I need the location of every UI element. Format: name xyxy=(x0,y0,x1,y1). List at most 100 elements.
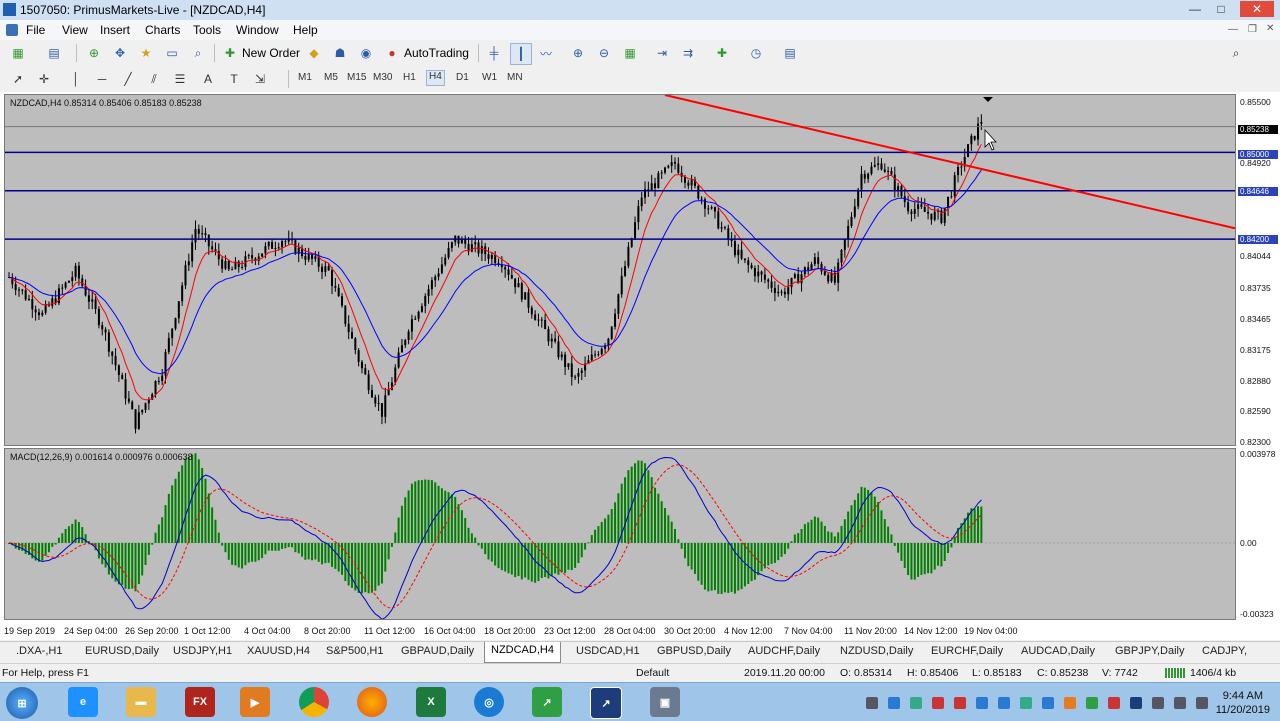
tab-usdjpy-h1[interactable]: USDJPY,H1 xyxy=(173,645,232,657)
tray-app-icon[interactable] xyxy=(1086,697,1098,709)
text-icon[interactable]: A xyxy=(198,69,218,89)
periods-icon[interactable]: ◷ xyxy=(746,43,766,63)
autoscroll-icon[interactable]: ⇉ xyxy=(678,43,698,63)
metaeditor-icon[interactable]: ◆ xyxy=(304,43,324,63)
tray-app-icon[interactable] xyxy=(910,697,922,709)
tab-nzdusd-daily[interactable]: NZDUSD,Daily xyxy=(840,645,913,657)
tray-app-icon[interactable] xyxy=(932,697,944,709)
timeframe-w1[interactable]: W1 xyxy=(482,72,497,83)
menu-file[interactable]: File xyxy=(26,23,45,37)
search-icon[interactable]: ⌕ xyxy=(1226,43,1246,63)
data-window-icon[interactable]: ✥ xyxy=(110,43,130,63)
internet-explorer-icon[interactable]: e xyxy=(68,687,98,717)
timeframe-h4[interactable]: H4 xyxy=(426,70,445,86)
tab-gbpjpy-daily[interactable]: GBPJPY,Daily xyxy=(1115,645,1185,657)
storage-icon[interactable]: ▣ xyxy=(650,687,680,717)
chart-shift-icon[interactable]: ⇥ xyxy=(652,43,672,63)
network-icon[interactable]: ◎ xyxy=(474,687,504,717)
tab-audchf-daily[interactable]: AUDCHF,Daily xyxy=(748,645,820,657)
timeframe-h1[interactable]: H1 xyxy=(403,72,416,83)
tray-app-icon[interactable] xyxy=(1108,697,1120,709)
tab-dxa-h1[interactable]: .DXA-,H1 xyxy=(16,645,62,657)
tab-gbpaud-daily[interactable]: GBPAUD,Daily xyxy=(401,645,474,657)
tray-network-icon[interactable] xyxy=(1152,697,1164,709)
line-chart-icon[interactable]: 〰 xyxy=(536,43,556,63)
macd-pane[interactable]: MACD(12,26,9) 0.001614 0.000976 0.000638 xyxy=(4,448,1236,620)
trendline-icon[interactable]: ╱ xyxy=(118,69,138,89)
menu-view[interactable]: View xyxy=(62,23,88,37)
autotrading-button[interactable]: AutoTrading xyxy=(404,46,469,60)
tray-app-icon[interactable] xyxy=(976,697,988,709)
terminal-icon[interactable]: ▭ xyxy=(162,43,182,63)
zoom-in-icon[interactable]: ⊕ xyxy=(568,43,588,63)
menu-help[interactable]: Help xyxy=(293,23,318,37)
profiles-icon[interactable]: ▤ xyxy=(44,43,64,63)
excel-icon[interactable]: X xyxy=(416,687,446,717)
chrome-icon[interactable] xyxy=(299,687,329,717)
tray-app-icon[interactable] xyxy=(1064,697,1076,709)
menu-charts[interactable]: Charts xyxy=(145,23,180,37)
new-chart-icon[interactable]: ▦ xyxy=(8,43,28,63)
horizontal-line-icon[interactable]: ─ xyxy=(92,69,112,89)
market-watch-icon[interactable]: ⊕ xyxy=(84,43,104,63)
metatrader-green-icon[interactable]: ↗ xyxy=(532,687,562,717)
tray-app-icon[interactable] xyxy=(1020,697,1032,709)
tile-windows-icon[interactable]: ▦ xyxy=(620,43,640,63)
fxpro-icon[interactable]: FX xyxy=(185,687,215,717)
tray-app-icon[interactable] xyxy=(954,697,966,709)
child-close-icon[interactable]: ✕ xyxy=(1266,23,1274,34)
channel-icon[interactable]: ⫽ xyxy=(144,69,164,89)
menu-tools[interactable]: Tools xyxy=(193,23,221,37)
bar-chart-icon[interactable]: ╪ xyxy=(484,43,504,63)
tray-app-icon[interactable] xyxy=(1042,697,1054,709)
minimize-button[interactable]: — xyxy=(1182,1,1208,17)
timeframe-d1[interactable]: D1 xyxy=(456,72,469,83)
tray-app-icon[interactable] xyxy=(888,697,900,709)
signals-icon[interactable]: ☗ xyxy=(330,43,350,63)
menu-window[interactable]: Window xyxy=(236,23,279,37)
doc-icon[interactable] xyxy=(6,24,18,36)
child-restore-icon[interactable]: ❐ xyxy=(1248,24,1257,35)
cursor-icon[interactable]: ➚ xyxy=(8,69,28,89)
file-explorer-icon[interactable]: ▬ xyxy=(126,687,156,717)
media-player-icon[interactable]: ▶ xyxy=(240,687,270,717)
tester-icon[interactable]: ⌕ xyxy=(188,43,208,63)
timeframe-m5[interactable]: M5 xyxy=(324,72,338,83)
timeframe-m1[interactable]: M1 xyxy=(298,72,312,83)
tray-volume-icon[interactable] xyxy=(1174,697,1186,709)
crosshair-icon[interactable]: ✛ xyxy=(34,69,54,89)
templates-icon[interactable]: ▤ xyxy=(780,43,800,63)
menu-insert[interactable]: Insert xyxy=(100,23,130,37)
zoom-out-icon[interactable]: ⊖ xyxy=(594,43,614,63)
timeframe-m15[interactable]: M15 xyxy=(347,72,366,83)
tab-sp500-h1[interactable]: S&P500,H1 xyxy=(326,645,383,657)
navigator-icon[interactable]: ★ xyxy=(136,43,156,63)
timeframe-mn[interactable]: MN xyxy=(507,72,523,83)
tab-usdcad-h1[interactable]: USDCAD,H1 xyxy=(576,645,640,657)
maximize-button[interactable]: □ xyxy=(1208,1,1234,17)
tray-app-icon[interactable] xyxy=(1130,697,1142,709)
tab-eurusd-daily[interactable]: EURUSD,Daily xyxy=(85,645,159,657)
start-button-icon[interactable]: ⊞ xyxy=(6,687,38,719)
tab-eurchf-daily[interactable]: EURCHF,Daily xyxy=(931,645,1003,657)
fibonacci-icon[interactable]: ☰ xyxy=(170,69,190,89)
new-order-icon[interactable]: ✚ xyxy=(220,43,240,63)
close-button[interactable]: ✕ xyxy=(1240,1,1274,17)
taskbar-clock[interactable]: 9:44 AM 11/20/2019 xyxy=(1216,689,1270,717)
market-icon[interactable]: ◉ xyxy=(356,43,376,63)
tray-app-icon[interactable] xyxy=(998,697,1010,709)
tab-nzdcad-h4[interactable]: NZDCAD,H4 xyxy=(484,642,561,663)
candlestick-icon[interactable]: ┃ xyxy=(510,43,532,65)
price-pane[interactable]: NZDCAD,H4 0.85314 0.85406 0.85183 0.8523… xyxy=(4,94,1236,446)
vertical-line-icon[interactable]: │ xyxy=(66,69,86,89)
tab-xauusd-h4[interactable]: XAUUSD,H4 xyxy=(247,645,310,657)
tab-gbpusd-daily[interactable]: GBPUSD,Daily xyxy=(657,645,731,657)
indicators-icon[interactable]: ✚ xyxy=(712,43,732,63)
firefox-icon[interactable] xyxy=(357,687,387,717)
new-order-button[interactable]: New Order xyxy=(242,46,300,60)
autotrading-icon[interactable]: ● xyxy=(382,43,402,63)
timeframe-m30[interactable]: M30 xyxy=(373,72,392,83)
text-label-icon[interactable]: T xyxy=(224,69,244,89)
metatrader-blue-icon[interactable]: ↗ xyxy=(590,687,622,719)
tray-flag-icon[interactable] xyxy=(866,697,878,709)
